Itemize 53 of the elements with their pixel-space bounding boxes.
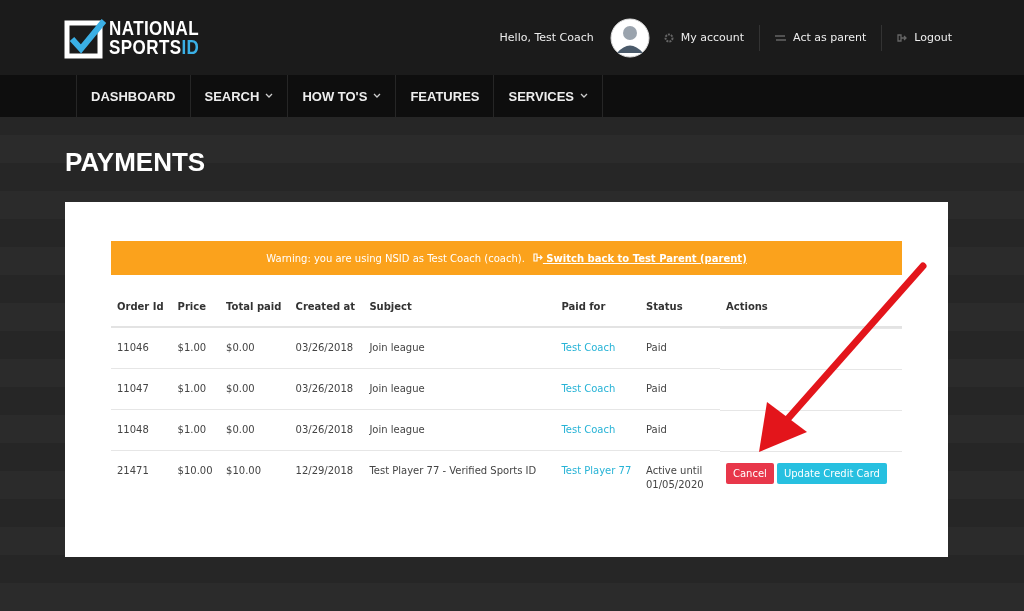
table-cell: 12/29/2018 xyxy=(289,450,364,505)
table-cell: Active until 01/05/2020 xyxy=(640,450,720,505)
table-cell: 03/26/2018 xyxy=(289,327,364,369)
table-cell: 11048 xyxy=(111,409,172,451)
table-cell: 03/26/2018 xyxy=(289,409,364,451)
table-cell: $0.00 xyxy=(220,409,290,451)
table-cell: Join league xyxy=(363,368,556,410)
table-cell: $1.00 xyxy=(171,409,221,451)
user-menu-link[interactable]: Logout xyxy=(897,31,952,44)
column-header: Status xyxy=(640,287,720,327)
checkbox-logo-icon xyxy=(64,16,106,59)
table-cell: 21471 xyxy=(111,450,172,505)
nav-item[interactable]: SERVICES xyxy=(493,75,603,117)
nav-item[interactable]: DASHBOARD xyxy=(76,75,190,117)
table-cell: Paid xyxy=(640,409,720,451)
table-cell: Paid xyxy=(640,327,720,369)
column-header: Price xyxy=(171,287,221,327)
avatar-icon[interactable] xyxy=(609,17,650,58)
logo-text: NATIONAL xyxy=(109,18,200,38)
warning-text: Warning: you are using NSID as Test Coach (coach). xyxy=(266,252,525,264)
logo-text: ID xyxy=(181,35,200,58)
table-cell: $0.00 xyxy=(220,368,290,410)
user-menu-link[interactable]: My account xyxy=(663,31,745,44)
column-header: Subject xyxy=(363,287,556,327)
table-cell: $10.00 xyxy=(220,450,290,505)
table-cell: $1.00 xyxy=(171,368,221,410)
table-cell: 11046 xyxy=(111,327,172,369)
column-header: Order Id xyxy=(111,287,172,327)
table-cell: Paid xyxy=(640,368,720,410)
gear-icon xyxy=(663,32,674,43)
page-title: PAYMENTS xyxy=(65,147,207,177)
table-cell: $1.00 xyxy=(171,327,221,369)
logo-text: SPORTS xyxy=(109,35,182,58)
column-header: Total paid xyxy=(220,287,290,327)
table-cell: Join league xyxy=(363,409,556,451)
swap-icon xyxy=(775,32,787,43)
table-cell: $10.00 xyxy=(171,450,221,505)
table-cell: Join league xyxy=(363,327,556,369)
column-header: Paid for xyxy=(555,287,640,327)
action-button[interactable]: Cancel xyxy=(726,462,774,484)
logout-icon xyxy=(897,32,908,43)
column-header: Created at xyxy=(289,287,364,327)
nav-item[interactable]: FEATURES xyxy=(395,75,494,117)
user-menu-link[interactable]: Act as parent xyxy=(775,31,867,44)
table-cell: $0.00 xyxy=(220,327,290,369)
nav-item[interactable]: SEARCH xyxy=(189,75,288,117)
greeting-text: Hello, Test Coach xyxy=(499,31,594,44)
table-cell: 03/26/2018 xyxy=(289,368,364,410)
table-cell: 11047 xyxy=(111,368,172,410)
table-cell: Test Player 77 - Verified Sports ID xyxy=(363,450,556,505)
sign-out-icon xyxy=(532,252,543,262)
nav-item[interactable]: HOW TO'S xyxy=(287,75,396,117)
column-header: Actions xyxy=(720,287,902,327)
